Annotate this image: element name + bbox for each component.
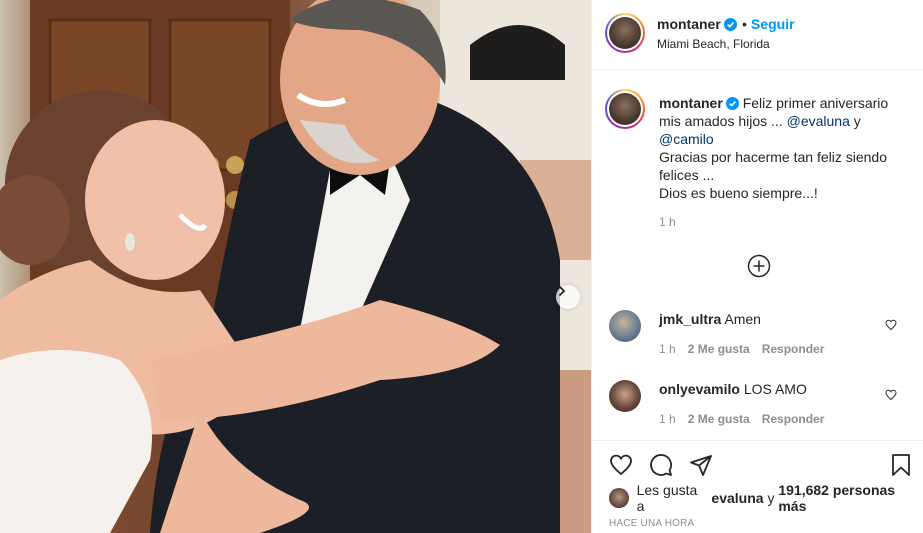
reply-button[interactable]: Responder [762, 412, 825, 426]
comment-body: jmk_ultra Amen [659, 311, 761, 327]
comment-username[interactable]: onlyevamilo [659, 381, 740, 397]
commenter-avatar[interactable] [609, 310, 641, 342]
comment-item: jmk_ultra Amen 1 h 2 Me gusta Responder [592, 306, 923, 366]
comment-text: Amen [724, 311, 761, 327]
wedding-photo-illustration [0, 0, 591, 533]
caption-text: montaner Feliz primer aniversario mis am… [659, 94, 904, 202]
caption-avatar[interactable] [605, 89, 645, 129]
mention-evaluna[interactable]: @evaluna [787, 113, 850, 129]
comment-likes[interactable]: 2 Me gusta [688, 412, 750, 426]
comment-icon[interactable] [649, 453, 673, 477]
post-actions: Les gusta a evaluna y 191,682 personas m… [592, 440, 923, 533]
comment-text: LOS AMO [743, 381, 807, 397]
add-circle-icon[interactable] [747, 254, 771, 278]
chevron-right-icon [559, 286, 566, 296]
follow-button[interactable]: Seguir [751, 16, 795, 32]
likes-count[interactable]: 191,682 personas más [778, 482, 923, 514]
comment-likes[interactable]: 2 Me gusta [688, 342, 750, 356]
next-photo-button[interactable] [556, 285, 580, 309]
post-timestamp[interactable]: HACE UNA HORA [609, 518, 694, 529]
likes-prefix: Les gusta a [636, 482, 698, 514]
caption-line-2: Gracias por hacerme tan feliz siendo fel… [659, 149, 887, 183]
verified-badge-icon [723, 18, 737, 31]
post-header: montaner • Seguir Miami Beach, Florida [592, 0, 923, 70]
mention-camilo[interactable]: @camilo [659, 131, 714, 147]
liker-username[interactable]: evaluna [711, 490, 763, 506]
heart-icon[interactable] [885, 319, 897, 331]
comment-meta: 1 h 2 Me gusta Responder [659, 412, 836, 426]
comment-body: onlyevamilo LOS AMO [659, 381, 807, 397]
caption-username[interactable]: montaner [659, 95, 723, 111]
verified-badge-icon [725, 97, 739, 110]
author-avatar[interactable] [605, 13, 645, 53]
caption-line-3: Dios es bueno siempre...! [659, 185, 818, 201]
post-sidebar: montaner • Seguir Miami Beach, Florida m… [591, 0, 923, 533]
commenter-avatar[interactable] [609, 380, 641, 412]
comment-username[interactable]: jmk_ultra [659, 311, 721, 327]
share-icon[interactable] [689, 453, 713, 477]
bookmark-icon[interactable] [889, 453, 913, 477]
likes-and: y [767, 490, 775, 506]
separator-dot: • [742, 16, 747, 32]
comment-time[interactable]: 1 h [659, 412, 676, 426]
comment-time[interactable]: 1 h [659, 342, 676, 356]
heart-icon[interactable] [609, 453, 633, 477]
caption-timestamp[interactable]: 1 h [659, 215, 676, 229]
caption-and: y [849, 113, 861, 129]
post-location[interactable]: Miami Beach, Florida [657, 37, 770, 51]
comment-meta: 1 h 2 Me gusta Responder [659, 342, 836, 356]
reply-button[interactable]: Responder [762, 342, 825, 356]
likes-summary: Les gusta a evaluna y 191,682 personas m… [609, 482, 923, 514]
comment-item: onlyevamilo LOS AMO 1 h 2 Me gusta Respond… [592, 376, 923, 436]
liker-avatar[interactable] [609, 488, 629, 508]
heart-icon[interactable] [885, 389, 897, 401]
author-username[interactable]: montaner [657, 16, 737, 32]
post-photo[interactable] [0, 0, 591, 533]
